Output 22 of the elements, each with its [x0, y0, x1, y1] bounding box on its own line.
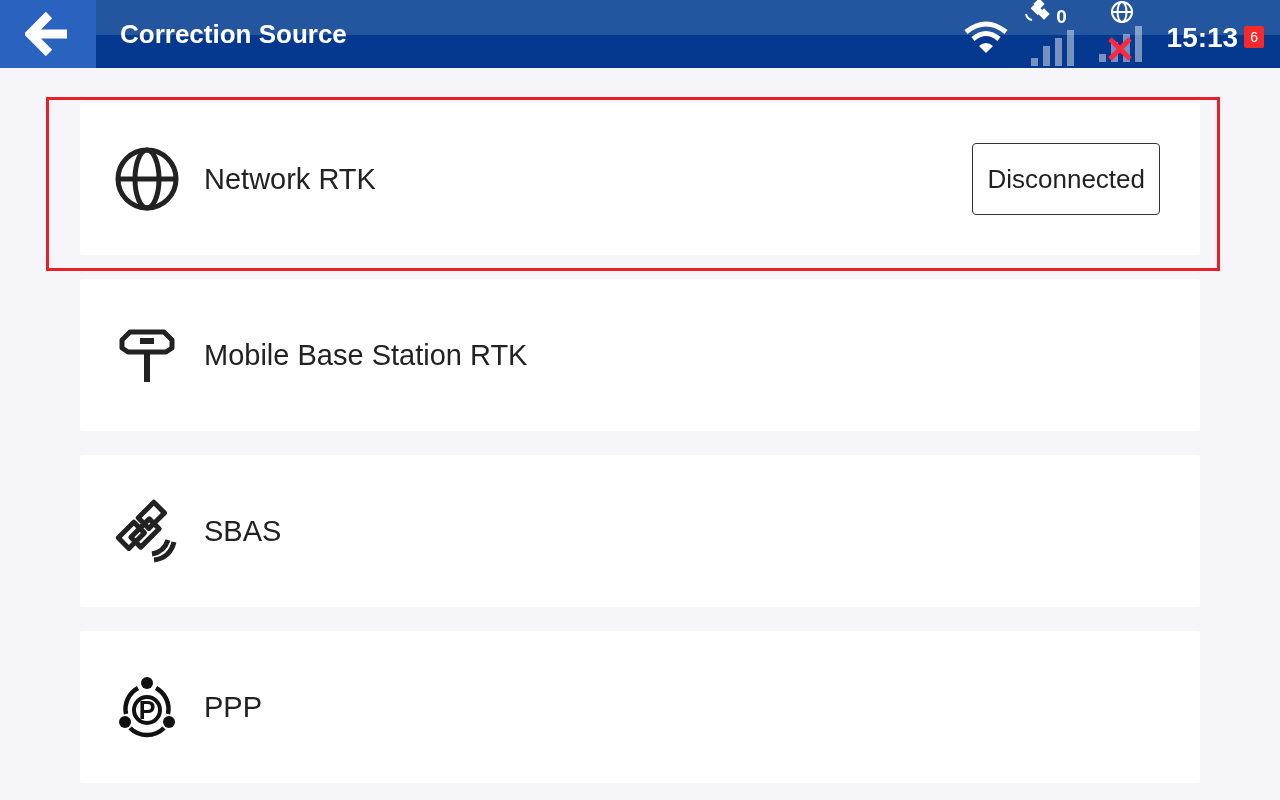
clock-time: 15:13 — [1166, 22, 1239, 54]
signal-bars-icon — [1030, 30, 1077, 66]
item-label: PPP — [204, 690, 264, 724]
item-label: Mobile Base Station RTK — [204, 338, 529, 372]
source-item[interactable]: P PPP — [80, 631, 1200, 783]
globe-icon — [114, 146, 180, 212]
notification-badge: 6 — [1244, 26, 1264, 48]
source-item[interactable]: Network RTK Disconnected — [80, 103, 1200, 255]
signal-bars-icon — [1098, 26, 1145, 62]
source-item[interactable]: SBAS — [80, 455, 1200, 607]
screen-title: Correction Source — [120, 18, 348, 50]
source-item[interactable]: Mobile Base Station RTK — [80, 279, 1200, 431]
globe-icon — [1109, 0, 1134, 24]
satellite-count: 0 — [1056, 6, 1067, 28]
wifi-icon — [962, 20, 1009, 54]
status-button[interactable]: Disconnected — [972, 143, 1160, 215]
back-button[interactable] — [0, 0, 96, 68]
item-label: SBAS — [204, 514, 283, 548]
icon-letter: P — [138, 696, 156, 724]
satellite-icon — [1024, 0, 1051, 22]
ppp-icon — [119, 677, 175, 738]
item-label: Network RTK — [204, 162, 377, 196]
